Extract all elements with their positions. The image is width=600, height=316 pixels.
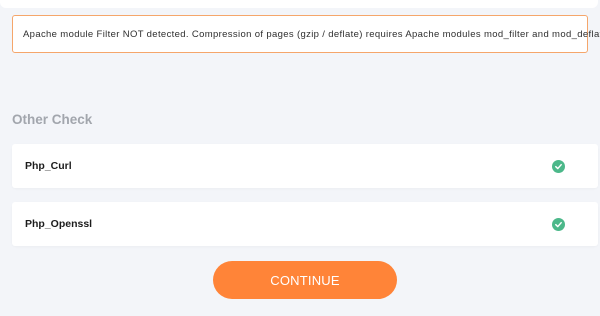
- check-item-php-curl: Php_Curl: [12, 144, 598, 188]
- check-item-label: Php_Curl: [25, 160, 72, 172]
- check-item-php-openssl: Php_Openssl: [12, 202, 598, 246]
- top-card-edge: [0, 0, 598, 8]
- check-item-label: Php_Openssl: [25, 218, 93, 230]
- continue-button[interactable]: CONTINUE: [213, 261, 397, 299]
- section-title-other-check: Other Check: [12, 112, 93, 127]
- warning-message: Apache module Filter NOT detected. Compr…: [23, 28, 600, 40]
- check-circle-icon: [552, 159, 565, 173]
- warning-box: Apache module Filter NOT detected. Compr…: [12, 15, 600, 53]
- check-circle-icon: [552, 217, 565, 231]
